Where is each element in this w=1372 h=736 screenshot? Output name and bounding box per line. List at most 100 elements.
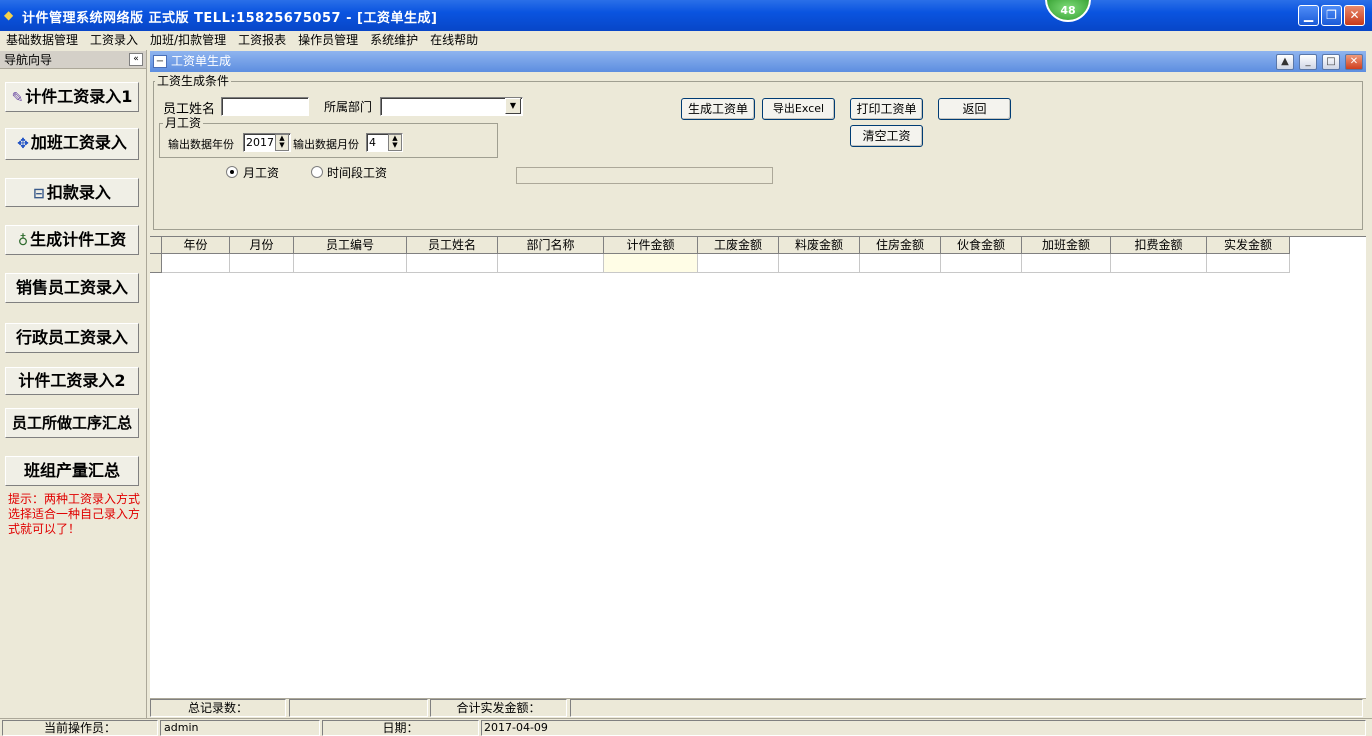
- document-edit-icon: ✎: [11, 90, 24, 106]
- menu-wage-reports[interactable]: 工资报表: [232, 31, 292, 49]
- money-icon: ⊟: [33, 186, 45, 202]
- monthly-wage-radio-label: 月工资: [243, 166, 280, 180]
- nav-team-output-summary[interactable]: 班组产量汇总: [5, 456, 139, 486]
- department-label: 所属部门: [324, 100, 373, 114]
- employee-name-label: 员工姓名: [163, 102, 216, 117]
- date-label: 日期：: [322, 720, 479, 736]
- child-scroll-up-icon[interactable]: ▲: [1276, 54, 1294, 70]
- nav-hint-text: 提示：两种工资录入方式选择适合一种自己录入方式就可以了！: [8, 492, 141, 536]
- grid-cell[interactable]: [1207, 254, 1290, 273]
- grid-column-header[interactable]: 伙食金额: [941, 237, 1022, 254]
- year-label: 输出数据年份: [168, 138, 234, 151]
- print-payroll-button[interactable]: 打印工资单: [850, 98, 923, 120]
- grid-column-header[interactable]: 部门名称: [498, 237, 604, 254]
- grid-column-header[interactable]: 住房金额: [860, 237, 941, 254]
- grid-column-header[interactable]: 实发金额: [1207, 237, 1290, 254]
- nav-generate-piece-wage[interactable]: ♁ 生成计件工资: [5, 225, 139, 255]
- department-select[interactable]: [380, 97, 523, 116]
- grid-cell[interactable]: [407, 254, 498, 273]
- menu-bar: 基础数据管理 工资录入 加班/扣款管理 工资报表 操作员管理 系统维护 在线帮助: [0, 31, 1372, 50]
- restore-button[interactable]: ❐: [1321, 5, 1342, 26]
- employee-name-input[interactable]: [221, 97, 309, 116]
- grid-cell[interactable]: [779, 254, 860, 273]
- operator-value: admin: [160, 720, 320, 736]
- nav-deduction-entry[interactable]: ⊟ 扣款录入: [5, 178, 139, 207]
- grid-cell[interactable]: [941, 254, 1022, 273]
- grid-column-header[interactable]: 工废金额: [698, 237, 779, 254]
- period-wage-radio-label: 时间段工资: [327, 166, 388, 180]
- grid-cell[interactable]: [498, 254, 604, 273]
- total-records-label: 总记录数：: [150, 699, 286, 717]
- grid-cell-selected[interactable]: [604, 254, 698, 273]
- month-label: 输出数据月份: [293, 138, 359, 151]
- grid-column-header[interactable]: 月份: [230, 237, 294, 254]
- table-row[interactable]: [150, 254, 1290, 273]
- month-spinner-icon[interactable]: ▲ ▼: [388, 134, 402, 151]
- export-excel-button[interactable]: 导出Excel: [762, 98, 835, 120]
- arrows-icon: ✥: [17, 136, 29, 152]
- child-minimize-button[interactable]: _: [1299, 54, 1317, 70]
- grid-cell[interactable]: [1022, 254, 1111, 273]
- window-title: 计件管理系统网络版 正式版 TELL:15825675057 - [工资单生成]: [22, 11, 438, 26]
- back-button[interactable]: 返回: [938, 98, 1011, 120]
- menu-overtime-deduction[interactable]: 加班/扣款管理: [144, 31, 232, 49]
- operator-label: 当前操作员：: [2, 720, 158, 736]
- total-pay-value: [570, 699, 1363, 717]
- grid-cell[interactable]: [860, 254, 941, 273]
- close-button[interactable]: ✕: [1344, 5, 1365, 26]
- grid-header: 年份 月份 员工编号 员工姓名 部门名称 计件金额 工废金额 料废金额 住房金额…: [150, 237, 1290, 254]
- grid-column-header[interactable]: 年份: [162, 237, 230, 254]
- row-indicator[interactable]: [150, 254, 162, 273]
- grid-cell[interactable]: [698, 254, 779, 273]
- notification-badge[interactable]: 48: [1045, 0, 1091, 22]
- grid-column-header[interactable]: 计件金额: [604, 237, 698, 254]
- period-wage-radio[interactable]: [311, 166, 323, 178]
- grid-corner: [150, 237, 162, 254]
- menu-basic-data[interactable]: 基础数据管理: [0, 31, 84, 49]
- grid-column-header[interactable]: 加班金额: [1022, 237, 1111, 254]
- minimize-button[interactable]: ▁: [1298, 5, 1319, 26]
- money-bag-icon: ♁: [17, 233, 29, 249]
- nav-piece-wage-entry-2[interactable]: 计件工资录入2: [5, 367, 139, 395]
- total-pay-label: 合计实发金额：: [430, 699, 567, 717]
- child-maximize-button[interactable]: □: [1322, 54, 1340, 70]
- clear-wages-button[interactable]: 清空工资: [850, 125, 923, 147]
- nav-item-label: 员工所做工序汇总: [11, 414, 132, 432]
- date-value: 2017-04-09: [481, 720, 1366, 736]
- generate-payroll-button[interactable]: 生成工资单: [681, 98, 755, 120]
- progress-bar: [516, 167, 773, 184]
- chevron-down-icon[interactable]: ▼: [505, 98, 521, 114]
- nav-item-label: 行政员工资录入: [15, 328, 128, 347]
- monthly-wage-legend: 月工资: [163, 116, 204, 130]
- grid-column-header[interactable]: 料废金额: [779, 237, 860, 254]
- menu-online-help[interactable]: 在线帮助: [424, 31, 484, 49]
- nav-piece-wage-entry-1[interactable]: ✎ 计件工资录入1: [5, 82, 139, 112]
- grid-cell[interactable]: [1111, 254, 1207, 273]
- grid-cell[interactable]: [294, 254, 407, 273]
- nav-sales-wage-entry[interactable]: 销售员工资录入: [5, 273, 139, 303]
- grid-cell[interactable]: [230, 254, 294, 273]
- monthly-wage-radio[interactable]: [226, 166, 238, 178]
- child-system-menu-icon[interactable]: −: [153, 55, 167, 68]
- nav-process-summary[interactable]: 员工所做工序汇总: [5, 408, 139, 438]
- menu-operator-management[interactable]: 操作员管理: [292, 31, 364, 49]
- grid-cell[interactable]: [162, 254, 230, 273]
- nav-overtime-wage-entry[interactable]: ✥ 加班工资录入: [5, 128, 139, 160]
- nav-item-label: 计件工资录入1: [25, 87, 133, 106]
- child-close-button[interactable]: ✕: [1345, 54, 1363, 70]
- menu-wage-entry[interactable]: 工资录入: [84, 31, 144, 49]
- year-spinner-icon[interactable]: ▲ ▼: [275, 134, 289, 151]
- grid-column-header[interactable]: 扣费金额: [1111, 237, 1207, 254]
- conditions-legend: 工资生成条件: [155, 74, 232, 88]
- menu-system-maintenance[interactable]: 系统维护: [364, 31, 424, 49]
- nav-item-label: 生成计件工资: [30, 230, 127, 249]
- payroll-grid: [150, 236, 1366, 698]
- grid-column-header[interactable]: 员工姓名: [407, 237, 498, 254]
- total-records-value: [289, 699, 428, 717]
- nav-admin-wage-entry[interactable]: 行政员工资录入: [5, 323, 139, 353]
- child-window-header: [150, 51, 1366, 72]
- grid-column-header[interactable]: 员工编号: [294, 237, 407, 254]
- nav-item-label: 班组产量汇总: [23, 461, 120, 480]
- nav-item-label: 销售员工资录入: [15, 278, 128, 297]
- collapse-nav-button[interactable]: «: [129, 53, 143, 66]
